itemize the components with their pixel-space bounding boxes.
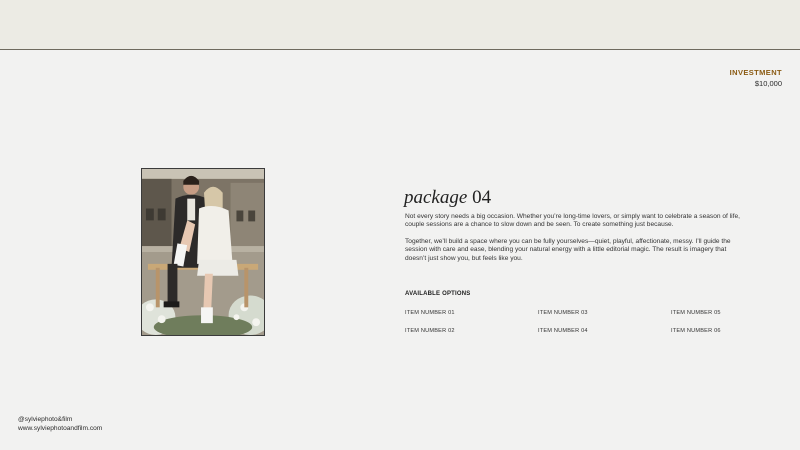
option-item-03: ITEM NUMBER 03: [538, 310, 588, 316]
package-description-1: Not every story needs a big occasion. Wh…: [405, 213, 740, 229]
couple-photo: [141, 168, 265, 336]
option-item-01: ITEM NUMBER 01: [405, 310, 455, 316]
footer-contact: @sylviephoto&film www.sylviephotoandfilm…: [18, 415, 102, 433]
option-item-06: ITEM NUMBER 06: [671, 328, 721, 334]
top-banner: [0, 0, 800, 50]
options-heading: AVAILABLE OPTIONS: [405, 291, 471, 297]
option-item-05: ITEM NUMBER 05: [671, 310, 721, 316]
couple-photo-image: [142, 169, 264, 335]
investment-block: INVESTMENT $10,000: [730, 68, 782, 88]
website-link[interactable]: www.sylviephotoandfilm.com: [18, 424, 102, 433]
investment-label: INVESTMENT: [729, 68, 782, 77]
package-title: package 04: [404, 187, 491, 209]
option-item-04: ITEM NUMBER 04: [538, 328, 588, 334]
package-title-script: package: [404, 187, 468, 208]
option-item-02: ITEM NUMBER 02: [405, 328, 455, 334]
package-description-2: Together, we’ll build a space where you …: [405, 238, 731, 262]
investment-price: $10,000: [754, 79, 782, 88]
social-handle[interactable]: @sylviephoto&film: [18, 415, 102, 424]
package-title-number: 04: [472, 187, 492, 208]
